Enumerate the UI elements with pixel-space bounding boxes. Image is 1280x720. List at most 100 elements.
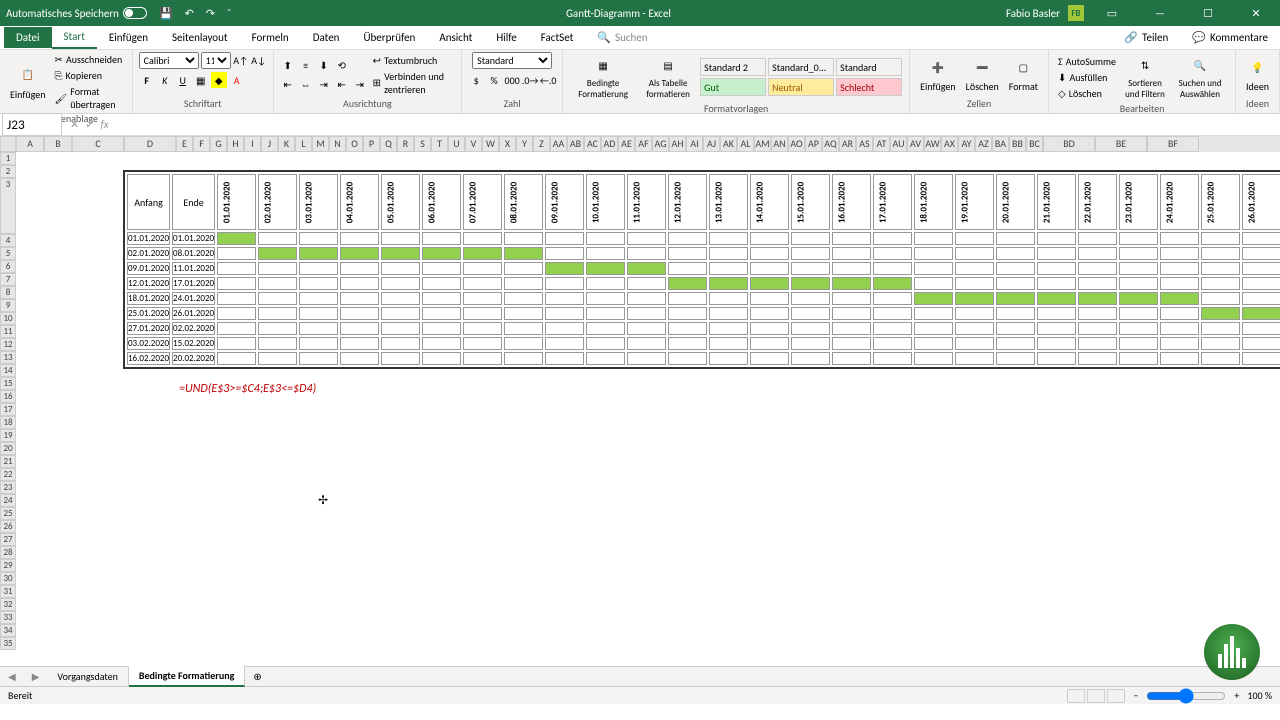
gantt-bar-cell[interactable]: [873, 277, 912, 290]
gantt-bar-cell[interactable]: [1037, 292, 1076, 305]
gantt-bar-cell[interactable]: [1242, 232, 1280, 245]
format-painter-button[interactable]: 🖌Format übertragen: [52, 84, 126, 112]
gantt-bar-cell[interactable]: [1160, 337, 1199, 350]
gantt-bar-cell[interactable]: [791, 322, 830, 335]
row-header[interactable]: 33: [0, 611, 16, 624]
sort-filter-button[interactable]: ⇅Sortieren und Filtern: [1121, 52, 1169, 102]
gantt-bar-cell[interactable]: [422, 262, 461, 275]
gantt-bar-cell[interactable]: [955, 277, 994, 290]
gantt-bar-cell[interactable]: [668, 277, 707, 290]
gantt-bar-cell[interactable]: [873, 232, 912, 245]
row-header[interactable]: 13: [0, 351, 16, 364]
gantt-bar-cell[interactable]: [1037, 247, 1076, 260]
row-header[interactable]: 30: [0, 572, 16, 585]
gantt-bar-cell[interactable]: [832, 337, 871, 350]
col-header[interactable]: BF: [1147, 136, 1199, 152]
gantt-bar-cell[interactable]: [1160, 352, 1199, 365]
col-header[interactable]: AR: [839, 136, 856, 152]
row-header[interactable]: 24: [0, 494, 16, 507]
col-header[interactable]: S: [414, 136, 431, 152]
close-icon[interactable]: ✕: [1236, 0, 1276, 26]
gantt-bar-cell[interactable]: [340, 232, 379, 245]
row-header[interactable]: 28: [0, 546, 16, 559]
gantt-bar-cell[interactable]: [340, 262, 379, 275]
gantt-bar-cell[interactable]: [627, 247, 666, 260]
gantt-bar-cell[interactable]: [873, 352, 912, 365]
row-header[interactable]: 5: [0, 247, 16, 260]
gantt-bar-cell[interactable]: [709, 322, 748, 335]
col-header[interactable]: L: [295, 136, 312, 152]
gantt-bar-cell[interactable]: [832, 247, 871, 260]
gantt-start-cell[interactable]: 02.01.2020: [127, 247, 170, 260]
gantt-bar-cell[interactable]: [422, 352, 461, 365]
gantt-bar-cell[interactable]: [955, 322, 994, 335]
gantt-bar-cell[interactable]: [299, 307, 338, 320]
gantt-bar-cell[interactable]: [627, 277, 666, 290]
gantt-bar-cell[interactable]: [955, 262, 994, 275]
gantt-bar-cell[interactable]: [504, 307, 543, 320]
gantt-bar-cell[interactable]: [668, 337, 707, 350]
gantt-bar-cell[interactable]: [1119, 322, 1158, 335]
autosum-button[interactable]: ΣAutoSumme: [1055, 54, 1119, 69]
gantt-start-cell[interactable]: 25.01.2020: [127, 307, 170, 320]
gantt-bar-cell[interactable]: [791, 292, 830, 305]
gantt-bar-cell[interactable]: [504, 292, 543, 305]
col-header[interactable]: Z: [533, 136, 550, 152]
gantt-bar-cell[interactable]: [217, 352, 256, 365]
gantt-bar-cell[interactable]: [996, 322, 1035, 335]
tab-layout[interactable]: Seitenlayout: [160, 27, 240, 48]
gantt-bar-cell[interactable]: [1037, 307, 1076, 320]
gantt-bar-cell[interactable]: [709, 247, 748, 260]
gantt-bar-cell[interactable]: [586, 247, 625, 260]
gantt-bar-cell[interactable]: [299, 247, 338, 260]
gantt-bar-cell[interactable]: [1037, 277, 1076, 290]
gantt-bar-cell[interactable]: [996, 292, 1035, 305]
gantt-bar-cell[interactable]: [1119, 262, 1158, 275]
number-format-select[interactable]: Standard: [472, 52, 552, 69]
col-header[interactable]: AU: [890, 136, 907, 152]
row-header[interactable]: 4: [0, 234, 16, 247]
gantt-bar-cell[interactable]: [1201, 292, 1240, 305]
col-header[interactable]: AI: [686, 136, 703, 152]
decrease-font-button[interactable]: A↓: [251, 52, 267, 68]
gantt-bar-cell[interactable]: [750, 277, 789, 290]
gantt-bar-cell[interactable]: [1242, 277, 1280, 290]
zoom-in-button[interactable]: +: [1234, 689, 1239, 702]
gantt-bar-cell[interactable]: [217, 232, 256, 245]
gantt-bar-cell[interactable]: [422, 247, 461, 260]
row-header[interactable]: 3: [0, 178, 16, 234]
gantt-bar-cell[interactable]: [586, 307, 625, 320]
col-header[interactable]: X: [499, 136, 516, 152]
tab-insert[interactable]: Einfügen: [97, 27, 160, 48]
col-header[interactable]: Q: [380, 136, 397, 152]
style-neutral[interactable]: Neutral: [768, 78, 834, 96]
row-header[interactable]: 22: [0, 468, 16, 481]
gantt-bar-cell[interactable]: [381, 262, 420, 275]
gantt-bar-cell[interactable]: [914, 292, 953, 305]
style-standard[interactable]: Standard: [836, 58, 902, 76]
row-header[interactable]: 23: [0, 481, 16, 494]
col-header[interactable]: W: [482, 136, 499, 152]
gantt-bar-cell[interactable]: [791, 352, 830, 365]
user-badge[interactable]: FB: [1068, 5, 1084, 21]
gantt-start-cell[interactable]: 01.01.2020: [127, 232, 170, 245]
gantt-bar-cell[interactable]: [299, 337, 338, 350]
gantt-bar-cell[interactable]: [996, 277, 1035, 290]
delete-cells-button[interactable]: ➖Löschen: [962, 54, 1003, 95]
col-header[interactable]: AV: [907, 136, 924, 152]
col-header[interactable]: AW: [924, 136, 941, 152]
col-header[interactable]: BA: [992, 136, 1009, 152]
gantt-bar-cell[interactable]: [586, 337, 625, 350]
gantt-bar-cell[interactable]: [914, 352, 953, 365]
gantt-bar-cell[interactable]: [504, 337, 543, 350]
gantt-bar-cell[interactable]: [1078, 232, 1117, 245]
gantt-bar-cell[interactable]: [545, 292, 584, 305]
gantt-bar-cell[interactable]: [299, 322, 338, 335]
gantt-bar-cell[interactable]: [1119, 232, 1158, 245]
row-header[interactable]: 17: [0, 403, 16, 416]
align-top-button[interactable]: ⬆: [280, 57, 296, 73]
gantt-bar-cell[interactable]: [504, 352, 543, 365]
row-header[interactable]: 6: [0, 260, 16, 273]
col-header[interactable]: AD: [601, 136, 618, 152]
clear-button[interactable]: ◇Löschen: [1055, 86, 1119, 101]
